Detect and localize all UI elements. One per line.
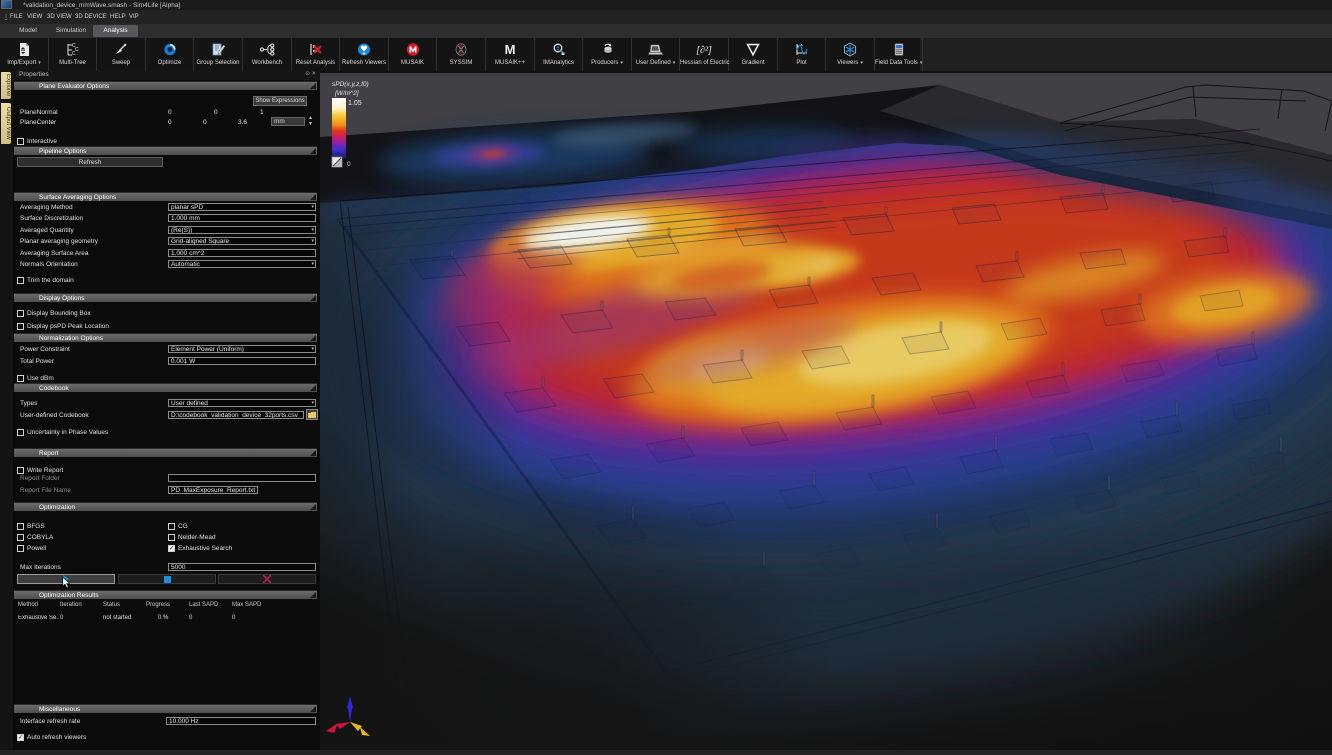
svg-text:[∂²]: [∂²] — [696, 45, 712, 56]
svg-text:M: M — [505, 42, 516, 57]
svg-text:1.05: 1.05 — [348, 100, 362, 107]
svg-text:sPD(x,y,z,f0): sPD(x,y,z,f0) — [332, 81, 369, 88]
svg-text:C: C — [72, 51, 76, 57]
svg-text:[W/m^2]: [W/m^2] — [334, 90, 359, 97]
svg-text:0: 0 — [347, 161, 351, 168]
